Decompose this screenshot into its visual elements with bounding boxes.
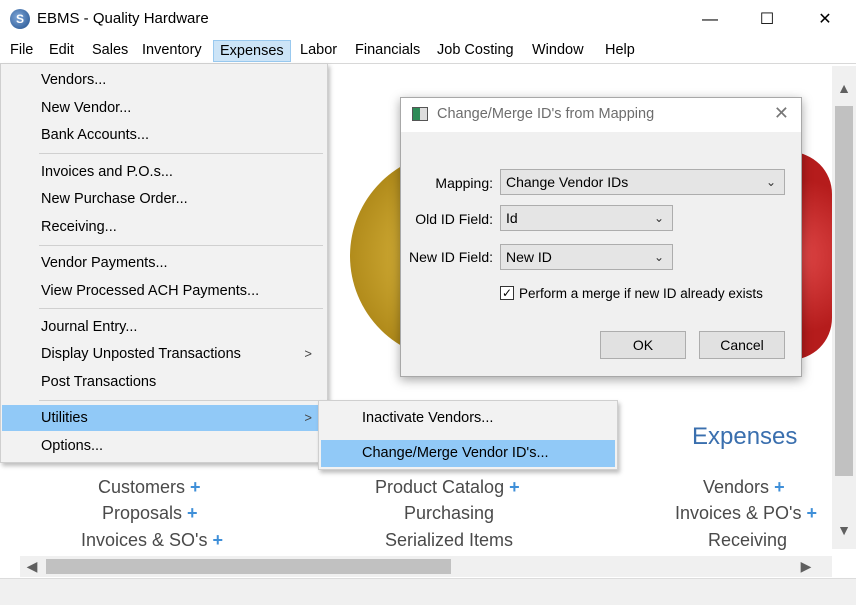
menu-item-change-merge-vendor-ids[interactable]: Change/Merge Vendor ID's...: [321, 440, 615, 467]
vertical-scrollbar[interactable]: ▲ ▼: [832, 66, 856, 549]
dialog-close-icon[interactable]: ✕: [774, 103, 789, 124]
menu-item-utilities[interactable]: Utilities >: [2, 405, 326, 431]
link-customers[interactable]: Customers +: [98, 477, 201, 498]
menu-help[interactable]: Help: [599, 40, 641, 62]
cancel-button[interactable]: Cancel: [699, 331, 785, 359]
menu-item-view-ach[interactable]: View Processed ACH Payments...: [2, 278, 326, 304]
utilities-submenu: Inactivate Vendors... Change/Merge Vendo…: [318, 400, 618, 470]
link-receiving[interactable]: Receiving: [708, 530, 787, 551]
menu-item-invoices-pos[interactable]: Invoices and P.O.s...: [2, 159, 326, 185]
dialog-title-bar: Change/Merge ID's from Mapping ✕: [401, 98, 801, 132]
menu-inventory[interactable]: Inventory: [136, 40, 208, 62]
menu-file[interactable]: File: [4, 40, 39, 62]
menu-separator: [39, 308, 323, 309]
window-title: EBMS - Quality Hardware: [37, 10, 209, 27]
link-invoices-pos[interactable]: Invoices & PO's +: [675, 503, 817, 524]
submenu-arrow-icon: >: [304, 346, 312, 361]
menu-job-costing[interactable]: Job Costing: [431, 40, 520, 62]
title-bar: S EBMS - Quality Hardware — ☐ ✕: [0, 0, 856, 40]
chevron-down-icon: ⌄: [653, 250, 664, 264]
menu-window[interactable]: Window: [526, 40, 590, 62]
old-id-label: Old ID Field:: [415, 211, 493, 227]
menu-item-vendors[interactable]: Vendors...: [2, 67, 326, 93]
scroll-down-icon[interactable]: ▼: [832, 522, 856, 538]
mapping-label: Mapping:: [435, 175, 493, 191]
add-icon[interactable]: +: [774, 477, 785, 497]
vertical-scroll-thumb[interactable]: [835, 106, 853, 476]
menu-separator: [39, 153, 323, 154]
add-icon[interactable]: +: [212, 530, 223, 550]
scroll-right-icon[interactable]: ▶: [794, 558, 818, 575]
link-serialized-items[interactable]: Serialized Items: [385, 530, 513, 551]
submenu-arrow-icon: >: [304, 410, 312, 425]
menu-edit[interactable]: Edit: [43, 40, 80, 62]
add-icon[interactable]: +: [190, 477, 201, 497]
maximize-button[interactable]: ☐: [738, 0, 796, 40]
section-title: Expenses: [692, 423, 798, 450]
chevron-down-icon: ⌄: [653, 211, 664, 225]
app-logo-icon: S: [10, 9, 30, 29]
merge-checkbox-label: Perform a merge if new ID already exists: [519, 286, 763, 301]
status-bar: [0, 578, 856, 605]
menu-item-new-vendor[interactable]: New Vendor...: [2, 95, 326, 121]
menu-item-bank-accounts[interactable]: Bank Accounts...: [2, 122, 326, 148]
link-invoices-sos[interactable]: Invoices & SO's +: [81, 530, 223, 551]
menu-item-new-purchase-order[interactable]: New Purchase Order...: [2, 186, 326, 212]
menu-sales[interactable]: Sales: [86, 40, 134, 62]
menu-item-post-transactions[interactable]: Post Transactions: [2, 369, 326, 395]
old-id-select[interactable]: Id ⌄: [500, 205, 673, 231]
menu-separator: [39, 400, 323, 401]
menu-item-options[interactable]: Options...: [2, 433, 326, 459]
menu-item-journal-entry[interactable]: Journal Entry...: [2, 314, 326, 340]
merge-checkbox[interactable]: ✓: [500, 286, 514, 300]
add-icon[interactable]: +: [806, 503, 817, 523]
dialog-app-icon: [412, 107, 428, 121]
menu-item-vendor-payments[interactable]: Vendor Payments...: [2, 250, 326, 276]
dialog-title: Change/Merge ID's from Mapping: [437, 106, 655, 122]
mapping-select[interactable]: Change Vendor IDs ⌄: [500, 169, 785, 195]
change-merge-dialog: Change/Merge ID's from Mapping ✕ Mapping…: [400, 97, 802, 377]
horizontal-scroll-thumb[interactable]: [46, 559, 451, 574]
link-vendors[interactable]: Vendors +: [703, 477, 785, 498]
chevron-down-icon: ⌄: [765, 175, 776, 189]
scroll-left-icon[interactable]: ◀: [20, 558, 44, 575]
new-id-select[interactable]: New ID ⌄: [500, 244, 673, 270]
new-id-label: New ID Field:: [408, 249, 493, 265]
menu-financials[interactable]: Financials: [349, 40, 426, 62]
link-proposals[interactable]: Proposals +: [102, 503, 198, 524]
menu-item-display-unposted[interactable]: Display Unposted Transactions >: [2, 341, 326, 367]
close-button[interactable]: ✕: [796, 0, 854, 40]
link-purchasing[interactable]: Purchasing: [404, 503, 494, 524]
ok-button[interactable]: OK: [600, 331, 686, 359]
menu-expenses[interactable]: Expenses: [213, 40, 291, 62]
menu-item-inactivate-vendors[interactable]: Inactivate Vendors...: [321, 405, 615, 432]
menu-item-receiving[interactable]: Receiving...: [2, 214, 326, 240]
add-icon[interactable]: +: [187, 503, 198, 523]
scroll-up-icon[interactable]: ▲: [832, 80, 856, 96]
horizontal-scrollbar[interactable]: ◀ ▶: [20, 556, 832, 577]
menu-bar: File Edit Sales Inventory Expenses Labor…: [0, 40, 856, 63]
menu-labor[interactable]: Labor: [294, 40, 343, 62]
link-product-catalog[interactable]: Product Catalog +: [375, 477, 520, 498]
minimize-button[interactable]: —: [681, 0, 739, 40]
menu-separator: [39, 245, 323, 246]
expenses-menu: Vendors... New Vendor... Bank Accounts..…: [0, 63, 328, 463]
add-icon[interactable]: +: [509, 477, 520, 497]
